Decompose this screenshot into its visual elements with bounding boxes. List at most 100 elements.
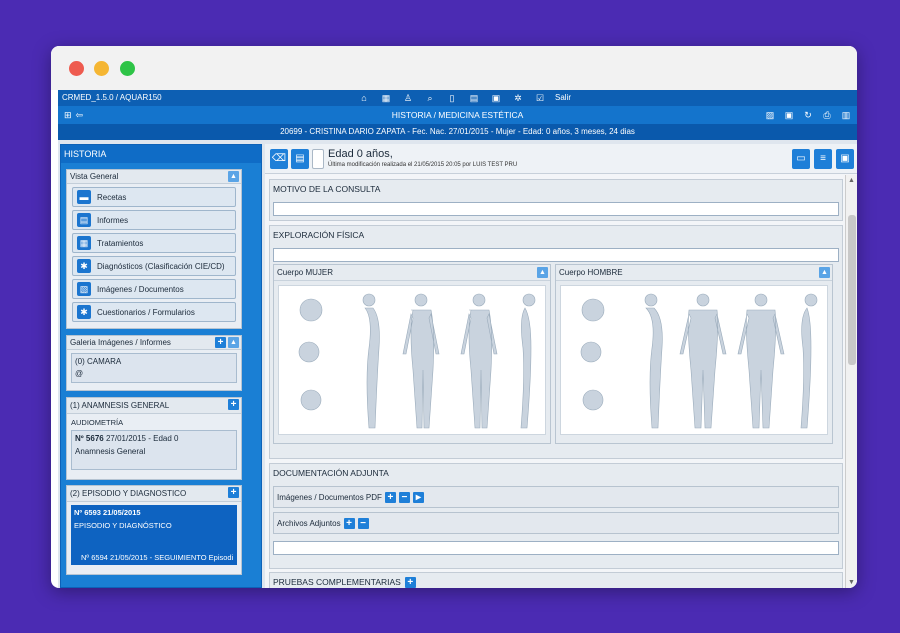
cuerpo-hombre-title: Cuerpo HOMBRE bbox=[559, 268, 623, 277]
comment-icon[interactable]: ▭ bbox=[792, 149, 810, 169]
imagenes-documentos-button[interactable]: ▧ Imágenes / Documentos bbox=[72, 279, 236, 299]
file-icon[interactable]: ▤ bbox=[291, 149, 309, 169]
print-icon[interactable]: ⎙ bbox=[820, 106, 834, 124]
save-icon[interactable]: ▣ bbox=[836, 149, 854, 169]
male-body-side-icon bbox=[644, 293, 663, 429]
female-body-figures[interactable] bbox=[278, 285, 546, 435]
collapse-icon[interactable]: ▲ bbox=[819, 267, 830, 278]
anamnesis-date: 27/01/2015 - Edad 0 bbox=[105, 434, 179, 443]
anamnesis-number: Nº 5676 bbox=[75, 434, 104, 443]
vertical-scrollbar[interactable]: ▲ ▼ bbox=[845, 175, 857, 588]
vista-general-label: Vista General bbox=[70, 172, 119, 181]
remove-icon[interactable]: − bbox=[357, 517, 369, 529]
attach-icon[interactable]: ▸ bbox=[412, 491, 424, 503]
female-body-back-icon bbox=[402, 293, 440, 429]
exploracion-title: EXPLORACIÓN FÍSICA bbox=[273, 230, 365, 240]
calendar-icon[interactable]: ▦ bbox=[375, 90, 397, 106]
female-body-side2-icon bbox=[520, 293, 536, 429]
briefcase-icon[interactable]: ▣ bbox=[485, 90, 507, 106]
home-icon[interactable]: ⌂ bbox=[353, 90, 375, 106]
patient-info-bar: 20699 - CRISTINA DARIO ZAPATA - Fec. Nac… bbox=[58, 124, 857, 140]
historia-sidebar: HISTORIA Vista General ▲ ▬ Recetas ▤ Infor… bbox=[60, 144, 262, 588]
title-bar: ⊞⇦ HISTORIA / MEDICINA ESTÉTICA ▨ ▣ ↻ ⎙ … bbox=[58, 106, 857, 124]
add-icon[interactable]: + bbox=[215, 337, 226, 348]
imagenes-pdf-row: Imágenes / Documentos PDF + − ▸ bbox=[273, 486, 839, 508]
vista-general-panel: Vista General ▲ ▬ Recetas ▤ Informes ▦ Trat… bbox=[66, 169, 242, 329]
archivos-adjuntos-row: Archivos Adjuntos + − bbox=[273, 512, 839, 534]
episodio-title: (2) EPISODIO Y DIAGNOSTICO + bbox=[67, 486, 241, 502]
browser-window: CRMED_1.5.0 / AQUAR150 ⌂ ▦ ♙ ⌕ ▯ ▤ ▣ ✲ ☑… bbox=[51, 46, 857, 588]
recetas-icon: ▬ bbox=[77, 190, 91, 204]
cuestionarios-button[interactable]: ✱ Cuestionarios / Formularios bbox=[72, 302, 236, 322]
anamnesis-panel: (1) ANAMNESIS GENERAL + AUDIOMETRÍA Nº 5… bbox=[66, 397, 242, 480]
collapse-icon[interactable]: ▲ bbox=[537, 267, 548, 278]
anamnesis-entry[interactable]: Nº 5676 27/01/2015 - Edad 0 Anamnesis Ge… bbox=[71, 430, 237, 470]
close-window-button[interactable] bbox=[69, 61, 84, 76]
episodio-number: Nº 6593 21/05/2015 bbox=[74, 508, 141, 517]
app-version: CRMED_1.5.0 / AQUAR150 bbox=[62, 93, 162, 102]
female-head-side-icon bbox=[298, 341, 320, 363]
user-icon[interactable]: ♙ bbox=[397, 90, 419, 106]
galeria-title: Galeria Imágenes / Informes + ▲ bbox=[67, 336, 241, 350]
image-icon: ▧ bbox=[77, 282, 91, 296]
anamnesis-label: (1) ANAMNESIS GENERAL bbox=[70, 401, 170, 410]
add-icon[interactable]: + bbox=[228, 399, 239, 410]
last-modified-label: Última modificación realizada el 21/05/2… bbox=[328, 162, 518, 168]
save-icon[interactable]: ▣ bbox=[782, 106, 796, 124]
seguimiento-entry[interactable]: Nº 6594 21/05/2015 - SEGUIMIENTO Episodi bbox=[81, 553, 233, 562]
diagnosticos-button[interactable]: ✱ Diagnósticos (Clasificación CIE/CD) bbox=[72, 256, 236, 276]
informes-button[interactable]: ▤ Informes bbox=[72, 210, 236, 230]
camara-box[interactable]: (0) CAMARA @ bbox=[71, 353, 237, 383]
sidebar-header: HISTORIA bbox=[61, 145, 261, 163]
add-icon[interactable]: + bbox=[384, 491, 396, 503]
new-icon[interactable]: ▨ bbox=[763, 106, 777, 124]
maximize-window-button[interactable] bbox=[120, 61, 135, 76]
minimize-window-button[interactable] bbox=[94, 61, 109, 76]
pruebas-section: PRUEBAS COMPLEMENTARIAS + bbox=[269, 572, 843, 588]
motivo-title: MOTIVO DE LA CONSULTA bbox=[273, 184, 381, 194]
audiometria-label: AUDIOMETRÍA bbox=[71, 418, 124, 427]
gear-icon[interactable]: ✲ bbox=[507, 90, 529, 106]
cuerpo-mujer-panel: Cuerpo MUJER ▲ bbox=[273, 264, 551, 444]
scroll-up-icon[interactable]: ▲ bbox=[848, 177, 855, 184]
export-icon[interactable]: ▥ bbox=[839, 106, 853, 124]
anamnesis-title: (1) ANAMNESIS GENERAL + bbox=[67, 398, 241, 414]
search-icon[interactable]: ⌕ bbox=[419, 90, 441, 106]
anamnesis-desc: Anamnesis General bbox=[75, 447, 146, 456]
refresh-icon[interactable]: ↻ bbox=[801, 106, 815, 124]
camara-count: @ bbox=[75, 369, 84, 378]
scroll-down-icon[interactable]: ▼ bbox=[848, 579, 855, 586]
remove-icon[interactable]: − bbox=[398, 491, 410, 503]
add-icon[interactable]: + bbox=[228, 487, 239, 498]
motivo-input[interactable] bbox=[273, 202, 839, 216]
collapse-icon[interactable]: ▲ bbox=[228, 337, 239, 348]
episodio-entry[interactable]: Nº 6593 21/05/2015 EPISODIO Y DIAGNÓSTIC… bbox=[71, 505, 237, 565]
male-body-figures[interactable] bbox=[560, 285, 828, 435]
add-icon[interactable]: + bbox=[343, 517, 355, 529]
diagnosticos-label: Diagnósticos (Clasificación CIE/CD) bbox=[97, 261, 225, 271]
trash-icon[interactable]: ⌫ bbox=[270, 149, 288, 169]
clipboard-icon[interactable]: ▯ bbox=[441, 90, 463, 106]
male-body-front-icon bbox=[737, 293, 785, 429]
collapse-icon[interactable]: ▲ bbox=[228, 171, 239, 182]
top-menu-bar: CRMED_1.5.0 / AQUAR150 ⌂ ▦ ♙ ⌕ ▯ ▤ ▣ ✲ ☑… bbox=[58, 90, 857, 106]
tratamientos-button[interactable]: ▦ Tratamientos bbox=[72, 233, 236, 253]
blank-icon[interactable] bbox=[312, 149, 324, 169]
exploracion-input[interactable] bbox=[273, 248, 839, 262]
check-icon[interactable]: ☑ bbox=[529, 90, 551, 106]
female-head-front-icon bbox=[299, 298, 323, 322]
male-body-side2-icon bbox=[800, 293, 818, 429]
archivos-label: Archivos Adjuntos bbox=[277, 518, 341, 528]
galeria-panel: Galeria Imágenes / Informes + ▲ (0) CAMAR… bbox=[66, 335, 242, 391]
document-icon[interactable]: ▤ bbox=[463, 90, 485, 106]
galeria-label: Galeria Imágenes / Informes bbox=[70, 338, 171, 347]
list-icon[interactable]: ≡ bbox=[814, 149, 832, 169]
main-panel: ⌫ ▤ Edad 0 años, Última modificación rea… bbox=[265, 144, 857, 588]
recetas-button[interactable]: ▬ Recetas bbox=[72, 187, 236, 207]
scroll-thumb[interactable] bbox=[848, 215, 856, 365]
imagenes-label: Imágenes / Documentos bbox=[97, 284, 184, 294]
episodio-panel: (2) EPISODIO Y DIAGNOSTICO + Nº 6593 21/… bbox=[66, 485, 242, 575]
add-icon[interactable]: + bbox=[404, 576, 416, 588]
salir-link[interactable]: Salir bbox=[555, 90, 571, 106]
documentacion-input[interactable] bbox=[273, 541, 839, 555]
